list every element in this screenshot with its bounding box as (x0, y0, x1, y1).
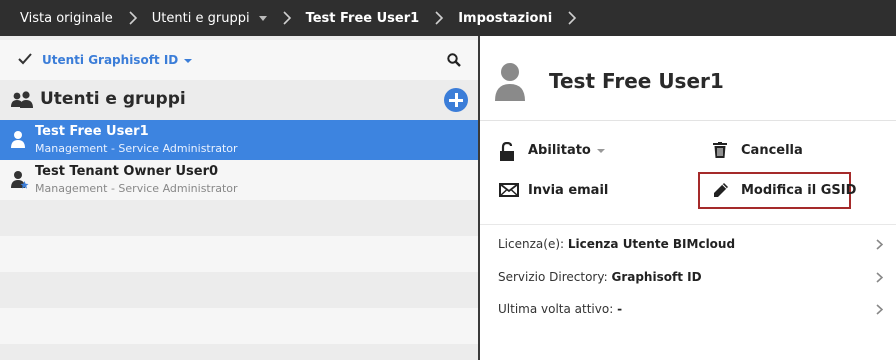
chevron-right-icon (282, 11, 291, 25)
chevron-right-icon (876, 304, 883, 315)
directory-row[interactable]: Servizio Directory: Graphisoft ID (498, 270, 888, 290)
breadcrumb-item-label: Utenti e gruppi (151, 10, 250, 26)
license-label: Licenza(e): (498, 237, 565, 251)
caret-down-icon (596, 148, 605, 153)
add-icon[interactable] (444, 88, 468, 112)
breadcrumb-item-original-view[interactable]: Vista originale (20, 11, 113, 26)
chevron-right-icon (876, 272, 883, 283)
section-title: Utenti e gruppi (40, 89, 186, 109)
empty-row (0, 308, 478, 344)
breadcrumb-item-user[interactable]: Test Free User1 (306, 11, 420, 26)
breadcrumb-item-users-groups[interactable]: Utenti e gruppi (152, 11, 267, 26)
list-item[interactable]: Test Tenant Owner User0 Management - Ser… (0, 160, 478, 200)
edit-gsid-label: Modifica il GSID (741, 183, 857, 198)
license-value: Licenza Utente BIMcloud (567, 237, 736, 251)
users-group-icon (11, 91, 33, 108)
directory-label: Servizio Directory: (498, 270, 608, 284)
directory-value: Graphisoft ID (611, 270, 702, 284)
breadcrumb-item-settings[interactable]: Impostazioni (458, 11, 552, 26)
divider (480, 120, 896, 121)
user-name: Test Free User1 (35, 124, 149, 139)
send-email-label: Invia email (528, 183, 609, 198)
edit-gsid-button[interactable]: Modifica il GSID (713, 182, 856, 202)
caret-down-icon (184, 58, 193, 63)
user-icon (11, 131, 25, 148)
send-email-button[interactable]: Invia email (499, 182, 619, 202)
empty-row (0, 272, 478, 308)
chevron-right-icon (435, 11, 444, 25)
pencil-icon (714, 183, 728, 197)
chevron-right-icon (876, 239, 883, 250)
search-icon[interactable] (447, 53, 461, 67)
divider (480, 224, 896, 225)
license-row[interactable]: Licenza(e): Licenza Utente BIMcloud (498, 237, 888, 257)
last-active-label: Ultima volta attivo: (498, 302, 614, 316)
user-role: Management - Service Administrator (35, 142, 238, 155)
enabled-label: Abilitato (528, 143, 591, 158)
breadcrumb: Vista originale Utenti e gruppi Test Fre… (0, 0, 896, 36)
list-item[interactable]: Test Free User1 Management - Service Adm… (0, 120, 478, 160)
chevron-right-icon[interactable] (567, 11, 577, 25)
user-name: Test Tenant Owner User0 (35, 164, 219, 179)
directory-filter-bar: Utenti Graphisoft ID (0, 40, 478, 80)
last-active-row[interactable]: Ultima volta attivo: - (498, 302, 888, 322)
enabled-dropdown[interactable]: Abilitato (499, 142, 619, 162)
envelope-icon (499, 183, 519, 197)
user-star-icon (11, 171, 29, 189)
section-header: Utenti e gruppi (0, 80, 478, 120)
delete-button[interactable]: Cancella (713, 142, 823, 162)
checkmark-icon (18, 53, 32, 65)
avatar-icon (495, 63, 525, 101)
caret-down-icon (258, 15, 267, 21)
last-active-value: - (617, 302, 623, 316)
users-list-panel: Utenti Graphisoft ID Utenti e gruppi Tes… (0, 36, 478, 360)
empty-row (0, 200, 478, 236)
chevron-right-icon (129, 11, 137, 25)
directory-filter-dropdown[interactable]: Utenti Graphisoft ID (42, 53, 193, 67)
directory-filter-label: Utenti Graphisoft ID (42, 53, 179, 67)
page-title: Test Free User1 (549, 69, 724, 93)
trash-icon (713, 142, 727, 158)
user-details-panel: Test Free User1 Abilitato Cancella Invia… (480, 36, 896, 360)
empty-row (0, 236, 478, 272)
delete-label: Cancella (741, 143, 803, 158)
unlock-icon (500, 142, 514, 161)
user-role: Management - Service Administrator (35, 182, 238, 195)
